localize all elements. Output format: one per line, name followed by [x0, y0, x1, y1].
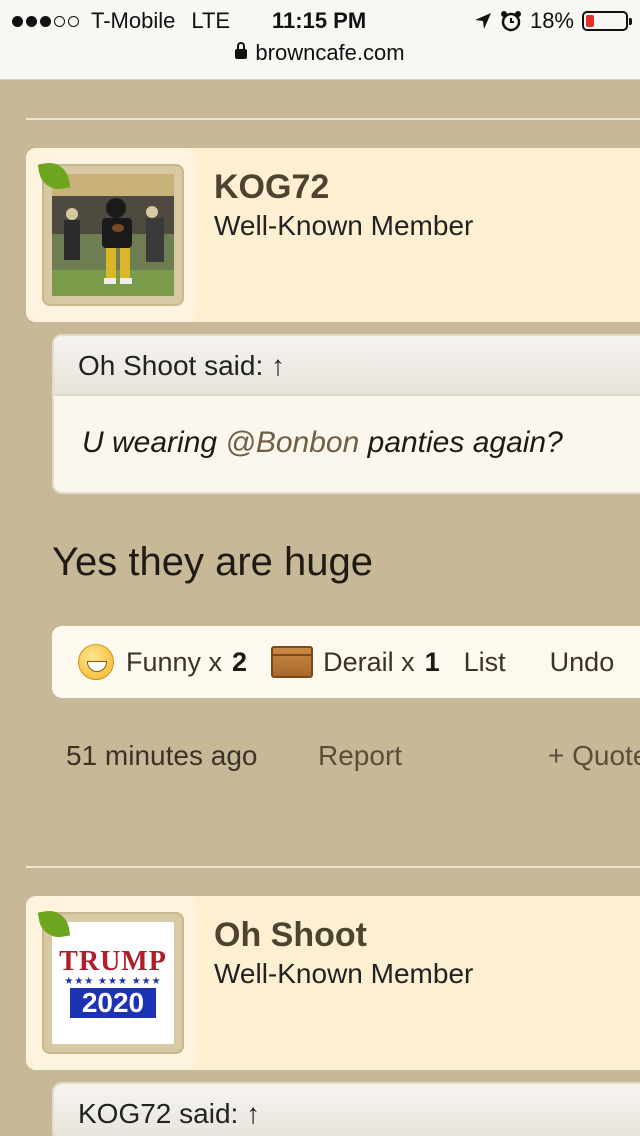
author-name[interactable]: KOG72: [214, 168, 329, 207]
status-bar: T-Mobile LTE 11:15 PM 18%: [0, 6, 640, 36]
signal-strength-icon: [12, 15, 79, 27]
quote-header[interactable]: KOG72 said: ↑: [54, 1084, 640, 1136]
report-link[interactable]: Report: [318, 740, 402, 772]
reactions-bar: Funny x 2 Derail x 1 List Undo: [52, 626, 640, 698]
avatar-frame: [26, 148, 196, 322]
derail-box-icon: [271, 646, 314, 678]
reaction-count: 2: [232, 646, 248, 677]
avatar-frame: TRUMP ★★★ ★★★ ★★★ 2020: [26, 896, 196, 1070]
browser-top-bar: T-Mobile LTE 11:15 PM 18% browncafe.com: [0, 0, 640, 80]
location-arrow-icon: [474, 13, 491, 29]
carrier-name: T-Mobile: [91, 8, 176, 33]
network-type: LTE: [191, 8, 231, 33]
member-card: KOG72 Well-Known Member: [26, 148, 640, 322]
reactions-list-link[interactable]: List: [464, 647, 506, 678]
member-role: Well-Known Member: [214, 958, 474, 989]
clock: 11:15 PM: [272, 8, 367, 33]
quote-text: panties again?: [359, 426, 563, 459]
member-card: TRUMP ★★★ ★★★ ★★★ 2020 Oh Shoot Well-Kno…: [26, 896, 640, 1070]
quote-header[interactable]: Oh Shoot said: ↑: [54, 336, 640, 396]
post-meta: 51 minutes ago Report + Quote: [66, 740, 640, 772]
reaction-label: Funny x: [126, 646, 223, 677]
funny-smiley-icon: [78, 644, 114, 680]
avatar-text-top: TRUMP: [59, 946, 167, 977]
reaction-label: Derail x: [323, 646, 415, 677]
post-divider: [26, 118, 640, 120]
post-divider: [26, 866, 640, 868]
quote-button[interactable]: + Quote: [548, 740, 640, 772]
quote-block: KOG72 said: ↑: [52, 1082, 640, 1136]
undo-reaction-link[interactable]: Undo: [550, 647, 615, 678]
battery-icon: [582, 11, 632, 31]
member-role: Well-Known Member: [214, 210, 474, 241]
quote-body: U wearing @Bonbon panties again?: [54, 396, 640, 492]
alarm-clock-icon: [500, 11, 521, 32]
user-mention-link[interactable]: @Bonbon: [225, 426, 359, 459]
football-player-avatar-image: [52, 174, 174, 296]
post-message: Yes they are huge: [52, 540, 373, 584]
author-name[interactable]: Oh Shoot: [214, 916, 367, 955]
reaction-count: 1: [424, 646, 440, 677]
quote-block: Oh Shoot said: ↑ U wearing @Bonbon panti…: [52, 334, 640, 494]
reaction-funny[interactable]: Funny x 2: [78, 644, 247, 680]
reaction-derail[interactable]: Derail x 1: [271, 646, 440, 678]
avatar-text-bottom: 2020: [69, 988, 157, 1018]
battery-percent: 18%: [529, 8, 574, 33]
address-bar[interactable]: browncafe.com: [0, 40, 640, 66]
post-timestamp[interactable]: 51 minutes ago: [66, 740, 257, 771]
lock-icon: [235, 42, 248, 59]
trump-2020-avatar-image: TRUMP ★★★ ★★★ ★★★ 2020: [52, 922, 174, 1044]
quote-text: U wearing: [82, 426, 226, 459]
url-domain: browncafe.com: [255, 40, 405, 65]
